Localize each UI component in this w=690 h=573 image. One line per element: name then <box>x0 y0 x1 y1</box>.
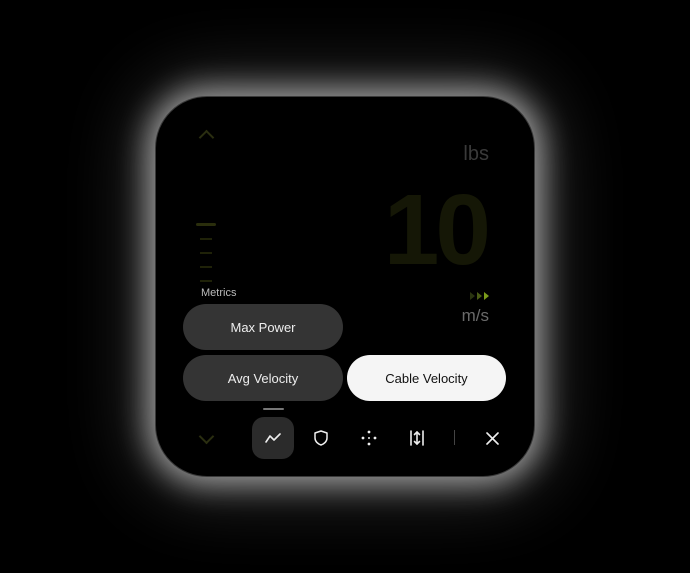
avg-velocity-button[interactable]: Avg Velocity <box>183 355 343 401</box>
max-power-label: Max Power <box>230 319 296 335</box>
speed-arrows-icon <box>470 292 489 300</box>
scale-tick <box>200 252 212 254</box>
adjust-button[interactable] <box>396 417 438 459</box>
cable-velocity-button[interactable]: Cable Velocity <box>347 355 506 401</box>
drag-handle[interactable] <box>263 408 284 410</box>
vertical-adjust-icon <box>410 430 424 446</box>
scale-tick <box>200 280 212 282</box>
safety-button[interactable] <box>300 417 342 459</box>
velocity-unit: m/s <box>461 306 489 325</box>
shield-icon <box>314 430 328 446</box>
weight-unit: lbs <box>463 143 489 165</box>
cable-velocity-label: Cable Velocity <box>385 370 468 386</box>
weight-value: 10 <box>383 174 491 286</box>
toolbar-divider <box>454 430 455 445</box>
close-button[interactable] <box>471 417 513 459</box>
scale-tick <box>200 238 212 240</box>
move-icon <box>361 430 377 446</box>
metrics-chart-button[interactable] <box>252 417 294 459</box>
move-button[interactable] <box>348 417 390 459</box>
close-icon <box>485 431 499 445</box>
metrics-label: Metrics <box>201 287 237 299</box>
avg-velocity-label: Avg Velocity <box>227 370 299 386</box>
scale-tick-active <box>196 223 216 226</box>
chart-line-icon <box>265 433 281 443</box>
max-power-button[interactable]: Max Power <box>183 304 343 350</box>
scale-tick <box>200 266 212 268</box>
